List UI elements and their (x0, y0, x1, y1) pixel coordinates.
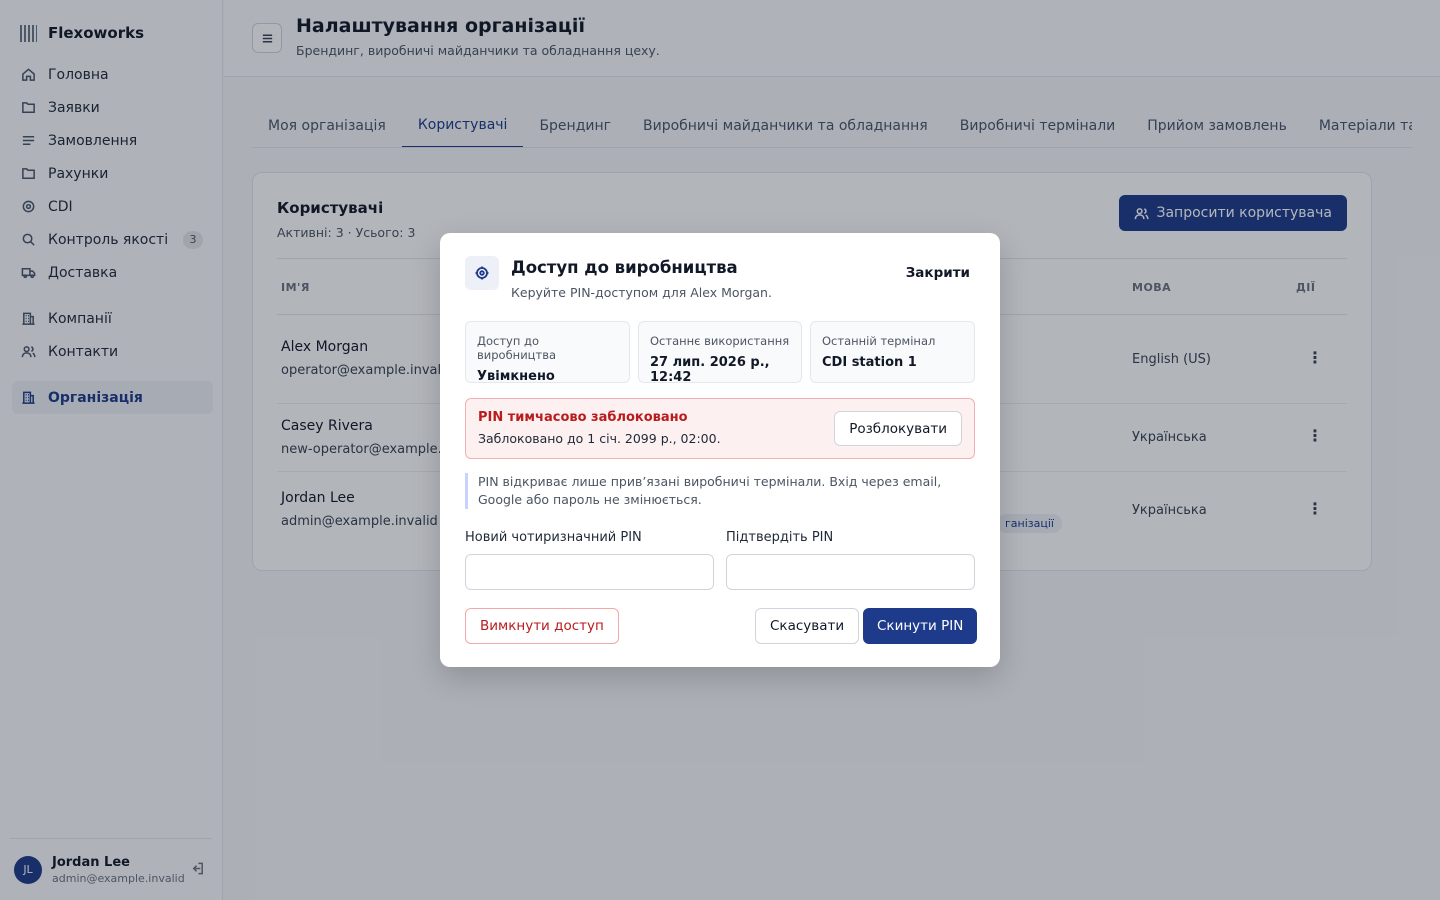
confirm-pin-label: Підтвердіть PIN (726, 530, 834, 545)
pin-info-note: PIN відкриває лише прив’язані виробничі … (465, 473, 975, 509)
stat-label: Доступ до виробництва (477, 334, 557, 362)
stat-label: Останній термінал (822, 334, 936, 348)
alert-title: PIN тимчасово заблоковано (478, 410, 688, 425)
disable-access-button[interactable]: Вимкнути доступ (465, 608, 619, 644)
dialog-subtitle: Керуйте PIN-доступом для Alex Morgan. (511, 285, 772, 300)
production-access-dialog: Доступ до виробництва Керуйте PIN-доступ… (440, 233, 1000, 667)
stat-last-terminal: Останній термінал CDI station 1 (810, 321, 975, 383)
cancel-button[interactable]: Скасувати (755, 608, 860, 644)
dialog-title: Доступ до виробництва (511, 258, 738, 277)
stat-value: CDI station 1 (822, 355, 917, 370)
close-button[interactable]: Закрити (906, 265, 970, 281)
stat-value: 27 лип. 2026 р., 12:42 (650, 355, 770, 385)
stat-access: Доступ до виробництва Увімкнено (465, 321, 630, 384)
unlock-button[interactable]: Розблокувати (834, 411, 962, 446)
stat-last-used: Останнє використання 27 лип. 2026 р., 12… (638, 321, 802, 385)
access-stats: Доступ до виробництва Увімкнено Останнє … (465, 321, 975, 385)
target-icon (465, 256, 499, 290)
alert-detail: Заблоковано до 1 січ. 2099 р., 02:00. (478, 431, 721, 446)
confirm-pin-input[interactable] (726, 554, 975, 590)
stat-value: Увімкнено (477, 369, 555, 384)
new-pin-label: Новий чотиризначний PIN (465, 530, 642, 545)
reset-pin-button[interactable]: Скинути PIN (863, 608, 978, 644)
stat-label: Останнє використання (650, 334, 790, 348)
pin-locked-alert: PIN тимчасово заблоковано Заблоковано до… (465, 398, 975, 459)
new-pin-input[interactable] (465, 554, 714, 590)
